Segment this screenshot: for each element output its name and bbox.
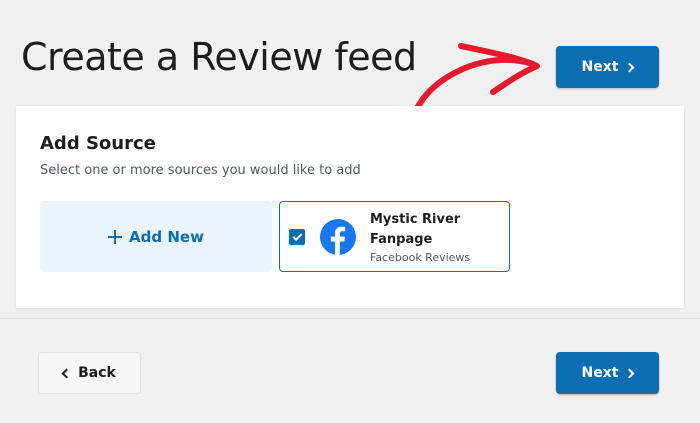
footer-divider [0,318,700,319]
page-title: Create a Review feed [21,35,417,79]
next-button-label: Next [581,59,619,75]
source-checkbox[interactable] [289,229,305,245]
facebook-icon [320,219,356,255]
plus-icon [108,229,123,244]
source-name: Mystic River Fanpage [370,212,461,247]
add-source-card: Add Source Select one or more sources yo… [16,106,684,308]
next-button-label: Next [581,365,619,381]
section-title: Add Source [40,133,156,154]
next-button-bottom[interactable]: Next [556,352,659,394]
back-button-label: Back [78,365,116,381]
section-subtitle: Select one or more sources you would lik… [40,163,361,178]
add-new-source-button[interactable]: Add New [40,201,272,272]
chevron-left-icon [61,368,72,378]
back-button[interactable]: Back [38,352,141,394]
next-button-top[interactable]: Next [556,46,659,88]
create-feed-page: Create a Review feed Next Add Source Sel… [0,0,700,423]
checkmark-icon [292,230,302,241]
chevron-right-icon [625,368,635,378]
add-new-label: Add New [129,227,204,246]
source-type: Facebook Reviews [370,251,471,264]
source-item-facebook[interactable]: Mystic River Fanpage Facebook Reviews [279,201,510,272]
chevron-right-icon [625,62,635,72]
